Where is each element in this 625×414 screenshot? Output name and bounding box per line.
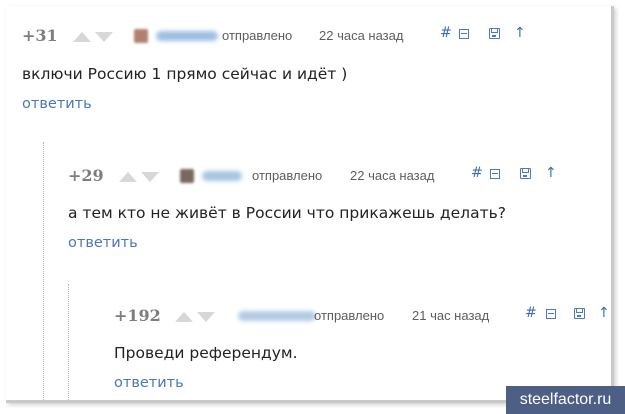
parent-arrow-icon[interactable]: ↑ <box>514 25 526 41</box>
comment-header: +29 отправлено 22 часа назад # ↑ <box>68 164 598 186</box>
reply-link[interactable]: ответить <box>22 96 92 112</box>
score: +31 <box>22 26 58 45</box>
reply-link[interactable]: ответить <box>68 235 138 251</box>
permalink-hash-icon[interactable]: # <box>471 165 483 181</box>
save-icon[interactable] <box>574 308 585 319</box>
screenshot-frame: +31 отправлено 22 часа назад # ↑ включи … <box>6 6 614 403</box>
comment-text: Проведи референдум. <box>114 344 298 362</box>
reply-link[interactable]: ответить <box>114 375 184 391</box>
comment-2: +29 отправлено 22 часа назад # ↑ а тем к… <box>6 164 606 254</box>
save-icon[interactable] <box>520 168 531 179</box>
avatar[interactable] <box>180 169 194 183</box>
comment-text: включи Россию 1 прямо сейчас и идёт ) <box>22 65 348 83</box>
sent-label: отправлено <box>252 168 323 183</box>
collapse-icon[interactable] <box>546 309 556 319</box>
comment-header: +192 отправлено 21 час назад # ↑ <box>114 304 610 326</box>
downvote-arrow-icon[interactable] <box>141 172 159 182</box>
sent-label: отправлено <box>314 308 385 323</box>
score: +192 <box>114 306 161 325</box>
parent-arrow-icon[interactable]: ↑ <box>545 165 557 181</box>
permalink-hash-icon[interactable]: # <box>525 305 537 321</box>
site-watermark: steelfactor.ru <box>506 386 625 414</box>
parent-arrow-icon[interactable]: ↑ <box>598 305 610 321</box>
downvote-arrow-icon[interactable] <box>95 32 113 42</box>
comment-3: +192 отправлено 21 час назад # ↑ Проведи… <box>6 304 610 394</box>
upvote-arrow-icon[interactable] <box>175 312 193 322</box>
avatar[interactable] <box>134 29 148 43</box>
save-icon[interactable] <box>489 28 500 39</box>
comment-header: +31 отправлено 22 часа назад # ↑ <box>22 24 582 46</box>
username[interactable] <box>156 31 218 41</box>
score: +29 <box>68 166 104 185</box>
upvote-arrow-icon[interactable] <box>73 32 91 42</box>
username[interactable] <box>202 171 242 181</box>
collapse-icon[interactable] <box>490 169 500 179</box>
timestamp[interactable]: 21 час назад <box>412 308 489 323</box>
username[interactable] <box>238 311 316 321</box>
timestamp[interactable]: 22 часа назад <box>350 168 434 183</box>
comment-text: а тем кто не живёт в России что прикажеш… <box>68 204 506 222</box>
permalink-hash-icon[interactable]: # <box>440 25 452 41</box>
upvote-arrow-icon[interactable] <box>119 172 137 182</box>
timestamp[interactable]: 22 часа назад <box>319 28 403 43</box>
downvote-arrow-icon[interactable] <box>197 312 215 322</box>
sent-label: отправлено <box>222 28 293 43</box>
collapse-icon[interactable] <box>459 29 469 39</box>
comment-1: +31 отправлено 22 часа назад # ↑ включи … <box>6 24 606 114</box>
